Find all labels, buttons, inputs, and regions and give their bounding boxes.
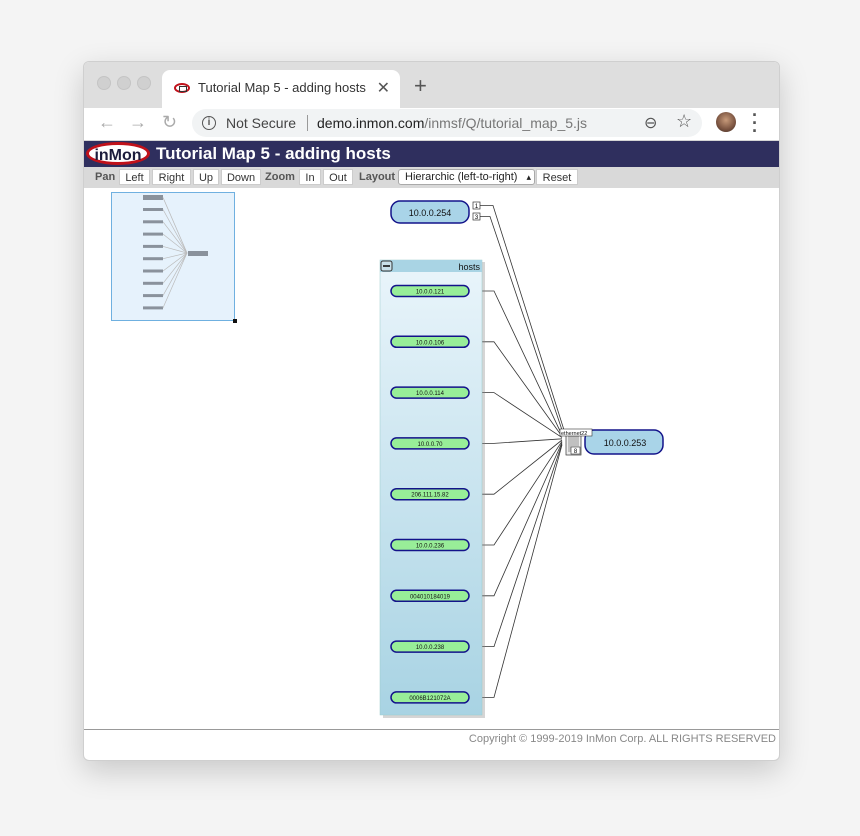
divider (307, 115, 308, 131)
close-window-button[interactable] (97, 76, 111, 90)
info-icon[interactable]: i (202, 116, 216, 130)
browser-window: Tutorial Map 5 - adding hosts ✕ + ← → ↻ … (83, 61, 780, 761)
host-node-label: 10.0.0.236 (416, 544, 445, 550)
url-text[interactable]: demo.inmon.com/inmsf/Q/tutorial_map_5.js (317, 115, 587, 131)
host-node-label: 10.0.0.238 (416, 645, 445, 651)
reload-icon[interactable]: ↻ (162, 112, 177, 133)
switch-node[interactable]: 10.0.0.253 ethernet22 8 (559, 428, 664, 456)
pan-right-button[interactable]: Right (152, 169, 191, 185)
switch-node-label: 10.0.0.253 (604, 438, 647, 448)
host-node[interactable]: 10.0.0.106 (390, 335, 470, 349)
close-tab-icon[interactable]: ✕ (377, 78, 390, 98)
navigation-bar: ← → ↻ i Not Secure demo.inmon.com/inmsf/… (84, 106, 779, 141)
host-node-label: 206.111.15.82 (411, 493, 449, 499)
zoom-out-button[interactable]: Out (323, 169, 353, 185)
link-line (480, 205, 565, 431)
host-node-label: 10.0.0.106 (416, 340, 445, 346)
host-node[interactable]: 206.111.15.82 (390, 487, 470, 501)
host-node[interactable]: 004010184019 (390, 589, 470, 603)
new-tab-button[interactable]: + (414, 73, 427, 99)
tab-title: Tutorial Map 5 - adding hosts (198, 80, 366, 95)
host-node-label: 10.0.0.70 (417, 442, 443, 448)
url-host: demo.inmon.com (317, 115, 425, 131)
zoom-out-icon[interactable]: ⊖ (644, 113, 657, 133)
page-title: Tutorial Map 5 - adding hosts (156, 144, 391, 163)
host-node[interactable]: 10.0.0.121 (390, 284, 470, 298)
host-node-label: 0006B121072A (409, 696, 450, 702)
pan-label: Pan (95, 171, 116, 183)
group-title: hosts (458, 262, 480, 272)
browser-menu-icon[interactable]: · · · (752, 106, 758, 140)
host-node[interactable]: 0006B121072A (390, 691, 470, 704)
router-node[interactable]: 10.0.0.254 1 3 (390, 200, 481, 224)
forward-icon[interactable]: → (129, 112, 147, 133)
zoom-label: Zoom (265, 171, 295, 183)
zoom-in-button[interactable]: In (299, 169, 321, 185)
host-node[interactable]: 10.0.0.114 (390, 386, 470, 399)
app-header: inMon Tutorial Map 5 - adding hosts (84, 141, 779, 167)
reset-button[interactable]: Reset (536, 169, 578, 185)
profile-avatar[interactable] (716, 112, 736, 132)
inmon-logo: inMon (86, 142, 150, 165)
host-node[interactable]: 10.0.0.70 (390, 437, 470, 450)
layout-label: Layout (359, 171, 396, 183)
footer-divider (84, 729, 779, 730)
network-map: hosts 10.0.0.121 10.0.0.106 10.0.0.114 10.0… (379, 200, 664, 718)
logo-text: inMon (94, 147, 142, 164)
maximize-window-button[interactable] (137, 76, 151, 90)
bookmark-star-icon[interactable]: ☆ (676, 111, 692, 132)
host-node[interactable]: 10.0.0.238 (390, 640, 470, 653)
pan-down-button[interactable]: Down (221, 169, 261, 185)
host-node-label: 10.0.0.121 (416, 290, 445, 296)
address-bar[interactable]: i Not Secure demo.inmon.com/inmsf/Q/tuto… (192, 109, 702, 137)
map-canvas[interactable]: hosts 10.0.0.121 10.0.0.106 10.0.0.114 10.0… (84, 188, 779, 729)
copyright-text: Copyright © 1999-2019 InMon Corp. ALL RI… (468, 733, 776, 745)
layout-select[interactable]: Hierarchic (left-to-right) ▴ (398, 169, 535, 185)
inmon-favicon-icon (174, 83, 190, 93)
title-bar: Tutorial Map 5 - adding hosts ✕ + (84, 62, 779, 108)
host-node[interactable]: 10.0.0.236 (390, 538, 470, 552)
link-line (480, 216, 563, 431)
security-label[interactable]: Not Secure (226, 115, 296, 131)
host-node-label: 10.0.0.114 (416, 391, 445, 397)
back-icon[interactable]: ← (98, 112, 116, 133)
layout-selected-value: Hierarchic (left-to-right) (405, 171, 518, 183)
url-path: /inmsf/Q/tutorial_map_5.js (424, 115, 588, 131)
port-label: ethernet22 (561, 431, 587, 437)
host-node-label: 004010184019 (410, 594, 451, 600)
pan-left-button[interactable]: Left (119, 169, 150, 185)
map-toolbar: Pan Left Right Up Down Zoom In Out Layou… (84, 167, 779, 188)
pan-up-button[interactable]: Up (193, 169, 219, 185)
browser-tab[interactable]: Tutorial Map 5 - adding hosts ✕ (162, 70, 400, 108)
minimize-window-button[interactable] (117, 76, 131, 90)
select-arrows-icon: ▴ (526, 172, 531, 182)
router-node-label: 10.0.0.254 (409, 208, 452, 218)
